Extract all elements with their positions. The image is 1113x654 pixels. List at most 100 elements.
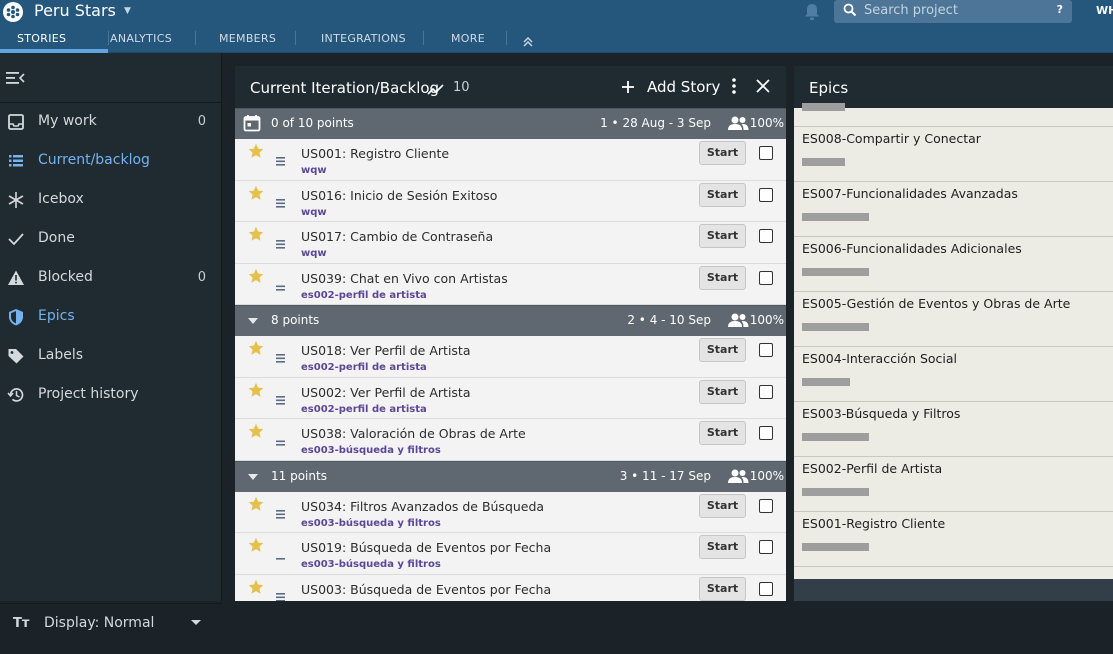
sidebar-item-epics[interactable]: Epics [0, 299, 222, 337]
tab-analytics[interactable]: ANALYTICS [110, 32, 172, 45]
search-input[interactable]: Search project [864, 3, 958, 18]
select-checkbox[interactable] [759, 343, 773, 357]
story-title[interactable]: US016: Inicio de Sesión Exitoso [301, 188, 497, 203]
story-title[interactable]: US003: Búsqueda de Eventos por Fecha [301, 582, 551, 597]
epic-item[interactable]: ES007-Funcionalidades Avanzadas [794, 182, 1113, 237]
story-label[interactable]: es003-búsqueda y filtros [301, 518, 441, 529]
sidebar-item-project-history[interactable]: Project history [0, 377, 222, 415]
sidebar-item-label: Blocked [38, 269, 93, 285]
story-title[interactable]: US038: Valoración de Obras de Arte [301, 426, 526, 441]
select-checkbox[interactable] [759, 146, 773, 160]
start-button[interactable]: Start [699, 182, 746, 207]
story-title[interactable]: US019: Búsqueda de Eventos por Fecha [301, 540, 551, 555]
story-row[interactable]: US017: Cambio de Contraseña wqw Start [235, 222, 786, 264]
more-options-icon[interactable] [732, 78, 736, 98]
story-title[interactable]: US002: Ver Perfil de Artista [301, 385, 471, 400]
story-label[interactable]: wqw [301, 248, 327, 259]
start-button[interactable]: Start [699, 265, 746, 290]
collapse-triangle-icon[interactable] [248, 473, 258, 480]
tab-stories[interactable]: STORIES [17, 32, 66, 45]
sidebar-item-blocked[interactable]: Blocked 0 [0, 260, 222, 298]
epic-item[interactable]: ES005-Gestión de Eventos y Obras de Arte [794, 292, 1113, 347]
add-story-plus-icon[interactable] [621, 79, 635, 98]
bell-icon[interactable] [804, 3, 820, 25]
epic-name[interactable]: ES008-Compartir y Conectar [802, 131, 981, 146]
start-button[interactable]: Start [699, 421, 746, 445]
story-row[interactable]: US003: Búsqueda de Eventos por Fecha Star… [235, 574, 786, 601]
project-dropdown-icon[interactable]: ▼ [124, 6, 131, 16]
story-row[interactable]: US038: Valoración de Obras de Arte es003-… [235, 419, 786, 461]
search-box[interactable]: Search project ? [834, 0, 1072, 23]
story-label[interactable]: wqw [301, 165, 327, 176]
tracker-logo-icon[interactable] [3, 2, 23, 22]
sidebar-item-labels[interactable]: Labels [0, 338, 222, 376]
epic-item[interactable]: ES003-Búsqueda y Filtros [794, 402, 1113, 457]
sidebar-item-icebox[interactable]: Icebox [0, 182, 222, 220]
select-checkbox[interactable] [759, 270, 773, 285]
epic-name[interactable]: ES004-Interacción Social [802, 351, 957, 366]
epic-name[interactable]: ES002-Perfil de Artista [802, 461, 942, 476]
story-label[interactable]: es002-perfil de artista [301, 290, 427, 301]
tab-members[interactable]: MEMBERS [219, 32, 276, 45]
close-panel-icon[interactable] [755, 78, 771, 98]
story-label[interactable]: es002-perfil de artista [301, 362, 427, 373]
sidebar-item-done[interactable]: Done [0, 221, 222, 259]
story-row[interactable]: US016: Inicio de Sesión Exitoso wqw Start [235, 180, 786, 222]
user-menu[interactable]: WH [1096, 4, 1113, 17]
select-checkbox[interactable] [759, 540, 773, 554]
display-selector[interactable]: Tт Display: Normal [0, 603, 222, 654]
epic-name[interactable]: ES007-Funcionalidades Avanzadas [802, 186, 1018, 201]
epics-panel-footer [794, 579, 1113, 601]
epic-item[interactable]: ES002-Perfil de Artista [794, 457, 1113, 512]
select-checkbox[interactable] [759, 498, 773, 513]
story-label[interactable]: es003-búsqueda y filtros [301, 445, 441, 456]
feature-star-icon [248, 496, 264, 516]
story-title[interactable]: US001: Registro Cliente [301, 146, 449, 161]
epic-item[interactable]: ES006-Funcionalidades Adicionales [794, 237, 1113, 292]
epic-name[interactable]: ES003-Búsqueda y Filtros [802, 406, 960, 421]
start-button[interactable]: Start [699, 141, 746, 165]
story-title[interactable]: US017: Cambio de Contraseña [301, 229, 493, 244]
story-row[interactable]: US034: Filtros Avanzados de Búsqueda es00… [235, 491, 786, 533]
collapse-triangle-icon[interactable] [248, 318, 258, 324]
epic-item[interactable]: ES004-Interacción Social [794, 347, 1113, 402]
select-checkbox[interactable] [759, 384, 773, 399]
epic-name[interactable]: ES006-Funcionalidades Adicionales [802, 241, 1022, 256]
sidebar-toggle-icon[interactable] [6, 70, 26, 89]
shield-icon [7, 308, 25, 326]
collapse-header-icon[interactable] [523, 33, 533, 52]
sidebar-item-current-backlog[interactable]: Current/backlog [0, 143, 222, 181]
tab-more[interactable]: MORE [451, 32, 485, 45]
story-title[interactable]: US018: Ver Perfil de Artista [301, 343, 471, 358]
epic-name[interactable]: ES005-Gestión de Eventos y Obras de Arte [802, 296, 1070, 311]
search-help-icon[interactable]: ? [1057, 3, 1063, 16]
story-title[interactable]: US039: Chat en Vivo con Artistas [301, 271, 508, 286]
epic-item[interactable]: ES001-Registro Cliente [794, 512, 1113, 567]
start-button[interactable]: Start [699, 338, 746, 362]
story-label[interactable]: es002-perfil de artista [301, 404, 427, 415]
sidebar-item-my-work[interactable]: My work 0 [0, 104, 222, 142]
story-row[interactable]: US039: Chat en Vivo con Artistas es002-pe… [235, 263, 786, 305]
select-checkbox[interactable] [759, 581, 773, 596]
story-row[interactable]: US019: Búsqueda de Eventos por Fecha es00… [235, 533, 786, 575]
story-row[interactable]: US001: Registro Cliente wqw Start [235, 139, 786, 181]
epic-item[interactable]: ES008-Compartir y Conectar [794, 127, 1113, 182]
select-checkbox[interactable] [759, 229, 773, 243]
tab-integrations[interactable]: INTEGRATIONS [321, 32, 406, 45]
epic-name[interactable]: ES001-Registro Cliente [802, 516, 945, 531]
add-story-button[interactable]: Add Story [647, 78, 720, 96]
start-button[interactable]: Start [699, 224, 746, 248]
start-button[interactable]: Start [699, 493, 746, 518]
story-label[interactable]: es003-búsqueda y filtros [301, 559, 441, 570]
story-row[interactable]: US002: Ver Perfil de Artista es002-perfil… [235, 377, 786, 419]
select-checkbox[interactable] [759, 426, 773, 440]
select-checkbox[interactable] [759, 187, 773, 202]
story-label[interactable]: wqw [301, 207, 327, 218]
start-button[interactable]: Start [699, 535, 746, 559]
start-button[interactable]: Start [699, 379, 746, 404]
story-row[interactable]: US018: Ver Perfil de Artista es002-perfil… [235, 336, 786, 378]
start-button[interactable]: Start [699, 576, 746, 601]
epic-item[interactable] [794, 72, 1113, 127]
project-name[interactable]: Peru Stars [34, 1, 116, 20]
story-title[interactable]: US034: Filtros Avanzados de Búsqueda [301, 499, 544, 514]
